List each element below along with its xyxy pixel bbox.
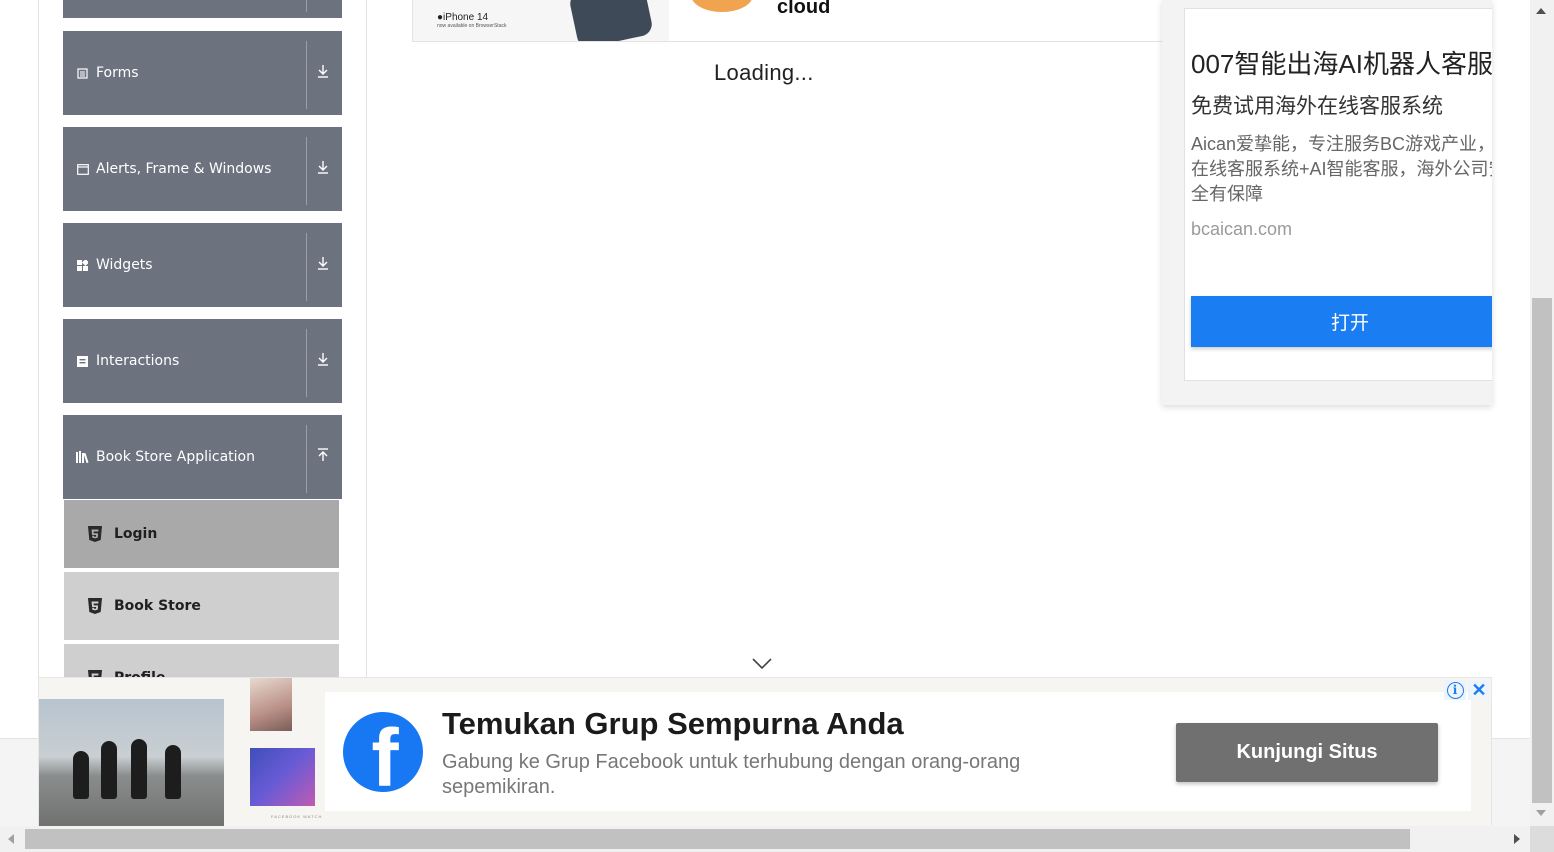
- upload-arrow-icon[interactable]: [316, 448, 330, 466]
- sidebar-group-label: Interactions: [96, 353, 180, 369]
- library-icon: [76, 451, 89, 464]
- separator: [306, 0, 307, 12]
- visit-site-button[interactable]: Kunjungi Situs: [1176, 723, 1438, 782]
- facebook-logo-icon: f: [343, 712, 423, 792]
- ad-subtitle: 免费试用海外在线客服系统: [1191, 95, 1443, 118]
- horizontal-scrollbar[interactable]: [0, 826, 1530, 852]
- ad-headline[interactable]: Temukan Grup Sempurna Anda: [442, 706, 904, 742]
- sidebar-group-widgets[interactable]: Widgets: [63, 223, 342, 307]
- dancer-figure: [131, 739, 147, 799]
- ad-photo-show: [250, 748, 315, 806]
- ad-photo-people: [250, 678, 292, 731]
- sidebar-group-forms[interactable]: Forms: [63, 31, 342, 115]
- ad-product-name: iPhone 14: [443, 12, 489, 23]
- sidebar-group-label: Forms: [96, 65, 139, 81]
- ad-photo-caption: FACEBOOK WATCH: [271, 814, 323, 819]
- download-arrow-icon[interactable]: [316, 160, 330, 178]
- interactions-icon: [76, 355, 89, 368]
- sidebar-group-book-store[interactable]: Book Store Application: [63, 415, 342, 499]
- ad-tagline: now available on BrowserStack: [437, 23, 507, 29]
- open-button[interactable]: 打开: [1191, 296, 1492, 347]
- ad-description: Aican爱挚能，专注服务BC游戏产业，在线客服系统+AI智能客服，海外公司安全…: [1191, 134, 1492, 204]
- sidebar-item-login[interactable]: Login: [64, 500, 339, 570]
- vertical-scrollbar[interactable]: [1530, 0, 1554, 826]
- page: Forms Alerts, Frame & Windows Widgets In…: [0, 0, 1554, 852]
- separator: [306, 425, 307, 493]
- ad-photo-dancers: [39, 699, 224, 826]
- loading-text: Loading...: [714, 60, 814, 85]
- scroll-down-icon[interactable]: [1536, 810, 1546, 816]
- download-arrow-icon[interactable]: [316, 256, 330, 274]
- separator: [306, 137, 307, 205]
- bottom-banner-ad[interactable]: FACEBOOK WATCH f Temukan Grup Sempurna A…: [38, 677, 1492, 827]
- sidebar-item-book-store[interactable]: Book Store: [64, 572, 339, 642]
- dancer-figure: [165, 745, 181, 799]
- chevron-down-icon[interactable]: [752, 658, 772, 670]
- scrollbar-thumb[interactable]: [25, 829, 1410, 849]
- right-popup-ad[interactable]: 007智能出海AI机器人客服 免费试用海外在线客服系统 Aican爱挚能，专注服…: [1162, 0, 1492, 405]
- separator: [306, 233, 307, 301]
- download-arrow-icon[interactable]: [316, 64, 330, 82]
- info-icon[interactable]: i: [1444, 680, 1466, 700]
- list-icon: [76, 67, 89, 80]
- html5-icon: [86, 525, 104, 543]
- scrollbar-corner: [1530, 826, 1554, 852]
- window-icon: [76, 163, 89, 176]
- sidebar-group-label: Alerts, Frame & Windows: [96, 161, 272, 177]
- scroll-right-icon[interactable]: [1514, 834, 1520, 844]
- sidebar: Forms Alerts, Frame & Windows Widgets In…: [38, 0, 367, 738]
- sidebar-group-label: Book Store Application: [96, 449, 255, 465]
- scrollbar-thumb[interactable]: [1532, 298, 1552, 803]
- sidebar-group-alerts[interactable]: Alerts, Frame & Windows: [63, 127, 342, 211]
- ad-body: Gabung ke Grup Facebook untuk terhubung …: [442, 751, 1021, 798]
- sidebar-group-interactions[interactable]: Interactions: [63, 319, 342, 403]
- sidebar-group-elements[interactable]: [63, 0, 342, 18]
- ad-text: cloud: [777, 0, 831, 18]
- scroll-left-icon[interactable]: [8, 834, 14, 844]
- phone-image: [568, 0, 654, 41]
- ad-content: f Temukan Grup Sempurna Anda Gabung ke G…: [325, 692, 1471, 811]
- separator: [306, 329, 307, 397]
- html5-icon: [86, 597, 104, 615]
- close-icon[interactable]: ✕: [1468, 680, 1490, 700]
- dancer-figure: [101, 741, 117, 799]
- sidebar-item-label: Login: [114, 526, 158, 542]
- download-arrow-icon[interactable]: [316, 352, 330, 370]
- sidebar-item-label: Book Store: [114, 598, 201, 614]
- widgets-icon: [76, 259, 89, 272]
- ad-title[interactable]: 007智能出海AI机器人客服: [1191, 44, 1492, 81]
- ad-domain: bcaican.com: [1191, 219, 1293, 239]
- scroll-up-icon[interactable]: [1536, 8, 1546, 14]
- top-banner-ad[interactable]: ●iPhone 14 now available on BrowserStack…: [412, 0, 1172, 42]
- ad-product: ●iPhone 14 now available on BrowserStack: [437, 12, 506, 29]
- separator: [306, 41, 307, 109]
- dancer-figure: [73, 751, 89, 799]
- sidebar-group-label: Widgets: [96, 257, 153, 273]
